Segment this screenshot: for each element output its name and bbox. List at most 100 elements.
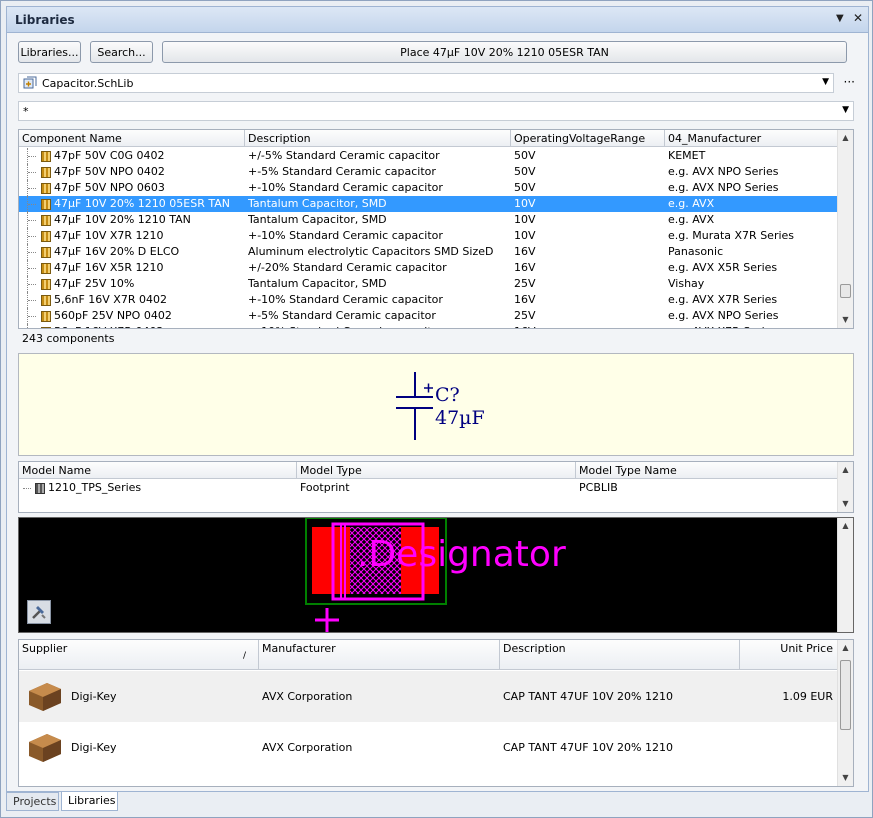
- col-component-name[interactable]: Component Name: [19, 130, 245, 147]
- components-scrollbar[interactable]: ▲ ▼: [837, 130, 853, 328]
- sort-indicator-icon: /: [243, 651, 247, 661]
- footprint-graphic: .Designator: [305, 517, 566, 632]
- scroll-up-icon[interactable]: ▲: [838, 130, 853, 146]
- tree-connector: [27, 292, 41, 308]
- panel-title: Libraries: [15, 13, 75, 27]
- component-voltage-cell: 16V: [514, 324, 664, 328]
- close-icon[interactable]: ✕: [853, 11, 863, 25]
- component-manufacturer-cell: Vishay: [668, 277, 705, 290]
- suppliers-scrollbar[interactable]: ▲ ▼: [837, 640, 853, 786]
- component-row[interactable]: 47µF 16V 20% D ELCO Aluminum electrolytic…: [19, 244, 837, 260]
- filter-input[interactable]: * ▼: [18, 101, 854, 121]
- suppliers-grid: Supplier / Manufacturer Description Unit …: [18, 639, 854, 787]
- col-supplier-manufacturer[interactable]: Manufacturer: [259, 640, 500, 670]
- library-selector[interactable]: Capacitor.SchLib ▼ ···: [18, 73, 855, 93]
- place-component-button[interactable]: Place 47µF 10V 20% 1210 05ESR TAN: [162, 41, 847, 63]
- schematic-designator: C?: [435, 384, 460, 406]
- col-model-type[interactable]: Model Type: [297, 462, 576, 479]
- models-header: Model Name Model Type Model Type Name: [19, 462, 853, 479]
- capacitor-symbol: C? 47µF: [396, 372, 485, 440]
- col-model-type-name[interactable]: Model Type Name: [576, 462, 837, 479]
- component-icon: [41, 246, 51, 258]
- supplier-manufacturer-cell: AVX Corporation: [262, 690, 353, 703]
- component-description-cell: +-5% Standard Ceramic capacitor: [248, 165, 436, 178]
- component-manufacturer-cell: e.g. AVX X7R Series: [668, 293, 778, 306]
- component-row[interactable]: 47pF 50V NPO 0402 +-5% Standard Ceramic c…: [19, 164, 837, 180]
- component-row[interactable]: 47pF 50V C0G 0402 +/-5% Standard Ceramic …: [19, 148, 837, 164]
- component-voltage-cell: 16V: [514, 261, 536, 274]
- component-description-cell: +-10% Standard Ceramic capacitor: [248, 293, 443, 306]
- col-manufacturer[interactable]: 04_Manufacturer: [665, 130, 837, 147]
- component-row[interactable]: 47µF 10V 20% 1210 TAN Tantalum Capacitor,…: [19, 212, 837, 228]
- chevron-down-icon[interactable]: ▼: [822, 77, 829, 87]
- component-row[interactable]: 5,6nF 16V X7R 0402 +-10% Standard Ceramic…: [19, 292, 837, 308]
- search-button[interactable]: Search...: [90, 41, 153, 63]
- model-row[interactable]: 1210_TPS_Series Footprint PCBLIB: [19, 480, 837, 496]
- panel-menu-chevron-icon[interactable]: ▼: [836, 13, 844, 24]
- component-row[interactable]: 47pF 50V NPO 0603 +-10% Standard Ceramic …: [19, 180, 837, 196]
- hammer-icon: [32, 606, 46, 619]
- component-icon: [41, 278, 51, 290]
- component-row[interactable]: 47µF 10V 20% 1210 05ESR TAN Tantalum Capa…: [19, 196, 837, 212]
- scroll-up-icon[interactable]: ▲: [838, 518, 853, 534]
- model-type-cell: Footprint: [300, 481, 350, 494]
- scroll-up-icon[interactable]: ▲: [838, 462, 853, 478]
- tools-button[interactable]: [27, 600, 51, 624]
- component-description-cell: Aluminum electrolytic Capacitors SMD Siz…: [248, 245, 494, 258]
- scroll-down-icon[interactable]: ▼: [838, 770, 853, 786]
- component-icon: [41, 182, 51, 194]
- libraries-button[interactable]: Libraries...: [18, 41, 81, 63]
- col-model-name[interactable]: Model Name: [19, 462, 297, 479]
- component-voltage-cell: 25V: [514, 277, 536, 290]
- scroll-up-icon[interactable]: ▲: [838, 640, 853, 656]
- more-options-icon[interactable]: ···: [844, 75, 855, 89]
- col-supplier[interactable]: Supplier /: [19, 640, 259, 670]
- col-unit-price[interactable]: Unit Price: [740, 640, 837, 670]
- tab-projects[interactable]: Projects: [6, 792, 59, 811]
- component-name-cell: 5,6nF 16V X7R 0402: [27, 292, 243, 308]
- capacitor-image: [29, 683, 61, 711]
- col-operating-voltage[interactable]: OperatingVoltageRange: [511, 130, 665, 147]
- tree-connector: [27, 260, 41, 276]
- col-description[interactable]: Description: [245, 130, 511, 147]
- supplier-row[interactable]: Digi-Key AVX Corporation CAP TANT 47UF 10V…: [19, 671, 837, 722]
- component-name-cell: 47µF 16V 20% D ELCO: [27, 244, 243, 260]
- component-name-cell: 47pF 50V C0G 0402: [27, 148, 243, 164]
- component-manufacturer-cell: e.g. AVX X5R Series: [668, 261, 778, 274]
- component-manufacturer-cell: e.g. AVX X7R Series: [668, 324, 836, 328]
- schematic-value: 47µF: [435, 407, 485, 429]
- tree-connector: [23, 480, 35, 496]
- supplier-row[interactable]: Digi-Key AVX Corporation CAP TANT 47UF 10V…: [19, 722, 837, 773]
- supplier-row-partial[interactable]: [19, 773, 837, 785]
- component-row[interactable]: 47µF 16V X5R 1210 +/-20% Standard Ceramic…: [19, 260, 837, 276]
- component-manufacturer-cell: KEMET: [668, 149, 706, 162]
- tree-connector: [27, 244, 41, 260]
- col-supplier-description[interactable]: Description: [500, 640, 740, 670]
- component-name-cell: 47pF 50V NPO 0603: [27, 180, 243, 196]
- models-scrollbar[interactable]: ▲ ▼: [837, 462, 853, 512]
- tree-connector: [27, 180, 41, 196]
- component-row[interactable]: 47µF 10V X7R 1210 +-10% Standard Ceramic …: [19, 228, 837, 244]
- scroll-down-icon[interactable]: ▼: [838, 312, 853, 328]
- tab-libraries[interactable]: Libraries: [61, 792, 118, 811]
- component-voltage-cell: 10V: [514, 197, 536, 210]
- footprint-scrollbar[interactable]: ▲: [837, 518, 853, 632]
- supplier-description-cell: CAP TANT 47UF 10V 20% 1210: [503, 741, 674, 754]
- component-row[interactable]: 56nF 16V X7R 0402 +-10% Standard Ceramic …: [19, 324, 837, 328]
- scroll-thumb[interactable]: [840, 660, 851, 730]
- chevron-down-icon[interactable]: ▼: [842, 105, 849, 115]
- tree-connector: [27, 308, 41, 324]
- component-row[interactable]: 47µF 25V 10% Tantalum Capacitor, SMD 25V Vi…: [19, 276, 837, 292]
- supplier-name-cell: Digi-Key: [71, 741, 117, 754]
- component-count: 243 components: [22, 332, 115, 345]
- component-icon: [41, 150, 51, 162]
- component-row[interactable]: 560pF 25V NPO 0402 +-5% Standard Ceramic …: [19, 308, 837, 324]
- component-icon: [41, 230, 51, 242]
- component-description-cell: +-10% Standard Ceramic capacitor: [248, 324, 510, 328]
- scroll-down-icon[interactable]: ▼: [838, 496, 853, 512]
- component-manufacturer-cell: e.g. AVX NPO Series: [668, 309, 779, 322]
- scroll-thumb[interactable]: [840, 284, 851, 298]
- component-icon: [41, 198, 51, 210]
- supplier-price-cell: 1.09 EUR: [782, 690, 833, 703]
- component-manufacturer-cell: Panasonic: [668, 245, 724, 258]
